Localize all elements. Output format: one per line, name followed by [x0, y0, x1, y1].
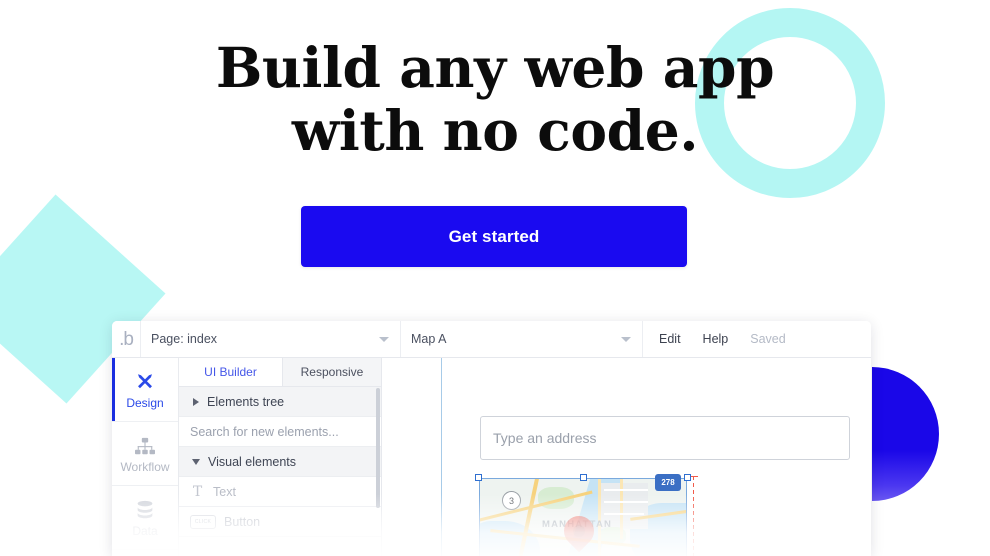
elements-tree-row[interactable]: Elements tree — [179, 387, 381, 417]
page-select-value: Page: index — [151, 332, 218, 346]
page-title: Build any web app with no code. — [0, 0, 990, 162]
menu-item-help[interactable]: Help — [703, 332, 729, 346]
sidebar-item-design[interactable]: Design — [112, 358, 178, 422]
mockup-sidebar: Design Workflow Data — [112, 358, 179, 556]
sidebar-item-workflow[interactable]: Workflow — [112, 422, 178, 486]
map-water — [480, 521, 540, 556]
button-icon: CLICK — [190, 514, 216, 529]
menu-item-edit[interactable]: Edit — [659, 332, 681, 346]
map-route-badge: 3 — [502, 491, 521, 510]
alignment-marker — [689, 476, 698, 556]
toolbar-menu: Edit Help Saved — [643, 321, 802, 357]
mockup-toolbar: .b Page: index Map A Edit Help Saved — [112, 321, 871, 358]
search-elements-input[interactable]: Search for new elements... — [179, 417, 381, 447]
element-item-label: Text — [213, 484, 236, 499]
design-canvas[interactable]: Type an address 3 278 — [382, 358, 871, 556]
headline-line-1: Build any web app — [215, 35, 775, 100]
app-mockup: .b Page: index Map A Edit Help Saved Des… — [112, 321, 871, 556]
text-icon: T — [192, 483, 203, 500]
chevron-down-icon — [379, 337, 389, 342]
sidebar-item-label: Data — [132, 523, 158, 538]
map-road — [604, 489, 648, 491]
headline-line-2: with no code. — [291, 98, 699, 163]
canvas-guide-line — [441, 358, 442, 556]
tab-responsive[interactable]: Responsive — [282, 358, 381, 386]
chevron-down-icon — [621, 337, 631, 342]
get-started-button[interactable]: Get started — [301, 206, 687, 267]
hero-section: Build any web app with no code. — [0, 0, 990, 162]
cta-container: Get started — [301, 206, 687, 267]
panel-tabs: UI Builder Responsive — [179, 358, 381, 387]
decorative-halfcircle — [872, 367, 939, 501]
workflow-nodes-icon — [134, 435, 156, 457]
panel-scrollbar[interactable] — [376, 388, 380, 508]
element-item-label: Button — [224, 514, 261, 529]
sidebar-item-data[interactable]: Data — [112, 486, 178, 550]
map-road — [604, 501, 648, 503]
selection-handle[interactable] — [580, 474, 587, 481]
selection-handle[interactable] — [684, 474, 691, 481]
address-input[interactable]: Type an address — [480, 416, 850, 460]
element-select-value: Map A — [411, 332, 447, 346]
tab-ui-builder[interactable]: UI Builder — [179, 358, 282, 386]
page-select[interactable]: Page: index — [141, 321, 401, 357]
selection-handle[interactable] — [475, 474, 482, 481]
elements-panel: UI Builder Responsive Elements tree Sear… — [179, 358, 382, 556]
mockup-body: Design Workflow Data UI Builder Responsi… — [112, 358, 871, 556]
chevron-down-icon — [192, 458, 200, 465]
sidebar-item-label: Workflow — [120, 459, 170, 474]
element-item-text[interactable]: T Text — [179, 477, 381, 507]
map-highway-shield: 278 — [655, 474, 681, 491]
search-elements-placeholder: Search for new elements... — [190, 424, 339, 439]
element-select[interactable]: Map A — [401, 321, 643, 357]
map-widget[interactable]: MANHATTAN 3 278 — [475, 474, 698, 556]
design-tools-icon — [134, 371, 156, 393]
save-status: Saved — [750, 332, 786, 346]
address-input-placeholder: Type an address — [493, 430, 597, 446]
element-item-button[interactable]: CLICK Button — [179, 507, 381, 537]
visual-elements-label: Visual elements — [208, 454, 297, 469]
map-road — [604, 513, 644, 515]
chevron-right-icon — [193, 397, 199, 406]
map-road — [598, 479, 601, 556]
database-icon — [134, 499, 156, 521]
elements-tree-label: Elements tree — [207, 394, 285, 409]
sidebar-item-label: Design — [126, 395, 164, 410]
visual-elements-row[interactable]: Visual elements — [179, 447, 381, 477]
bubble-logo[interactable]: .b — [112, 321, 141, 357]
map-road — [620, 479, 623, 539]
bubble-logo-mark: .b — [119, 328, 134, 350]
